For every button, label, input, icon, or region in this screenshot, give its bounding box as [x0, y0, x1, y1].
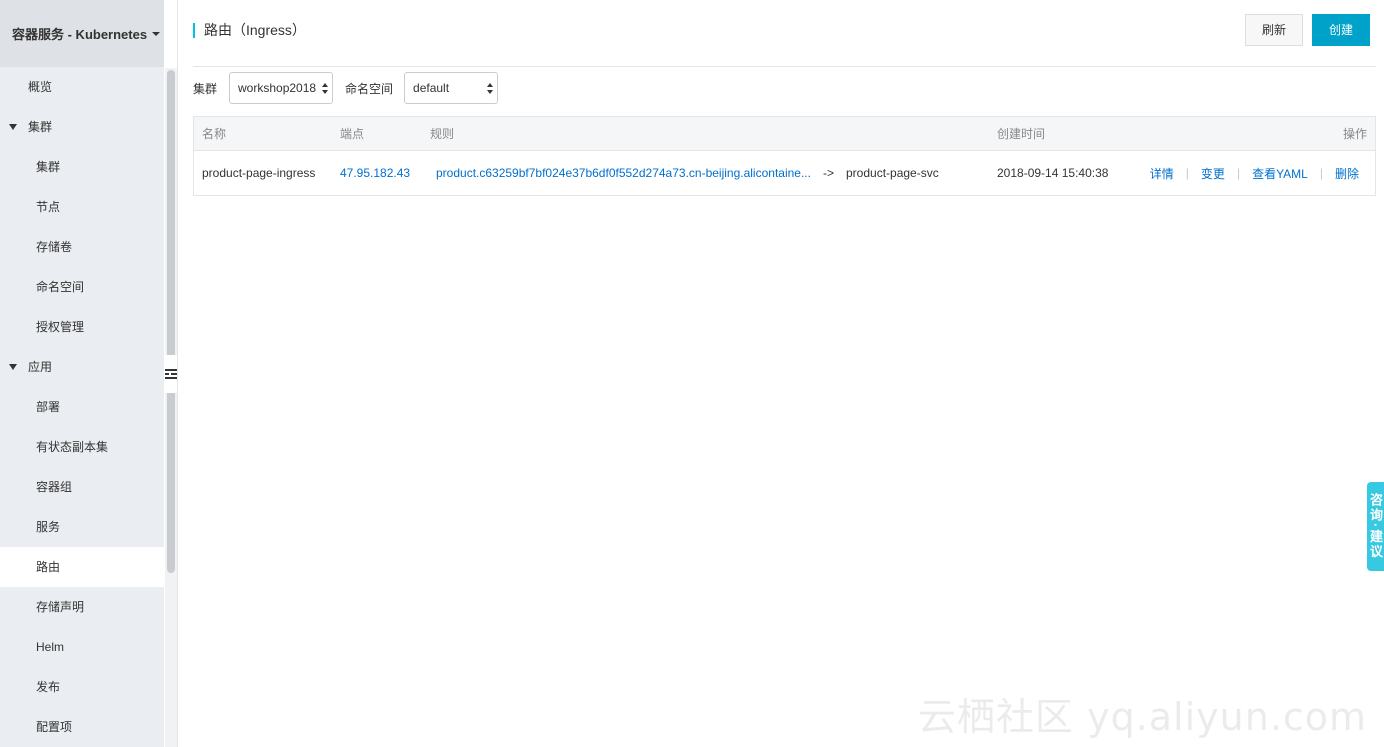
select-arrows-icon [322, 83, 329, 95]
sidebar-item-label: 路由 [36, 560, 61, 574]
column-header-actions: 操作 [1342, 127, 1367, 141]
cluster-select-value: workshop2018 [238, 81, 317, 95]
sidebar-item-overview[interactable]: 概览 [0, 67, 164, 107]
sidebar-item-services[interactable]: 服务 [0, 507, 164, 547]
detail-link[interactable]: 详情 [1150, 165, 1174, 182]
sidebar-item-label: 容器组 [36, 480, 73, 494]
sidebar-item-clusters[interactable]: 集群 [0, 147, 164, 187]
sidebar-item-label: Helm [36, 640, 65, 654]
sidebar-item-label: 授权管理 [36, 320, 85, 334]
triangle-down-icon [9, 364, 17, 370]
sidebar-item-label: 发布 [36, 680, 61, 694]
sidebar-item-label: 应用 [28, 360, 53, 374]
filter-bar: 集群 workshop2018 命名空间 default [193, 72, 499, 104]
sidebar-item-ingress[interactable]: 路由 [0, 547, 164, 587]
page-header: 路由（Ingress） [193, 18, 306, 42]
column-header-name: 名称 [202, 127, 227, 141]
rule-cell: product.c63259bf7bf024e37b6df0f552d274a7… [436, 151, 939, 195]
refresh-button[interactable]: 刷新 [1245, 14, 1303, 46]
sidebar-item-configmaps[interactable]: 配置项 [0, 707, 164, 747]
sidebar-item-namespaces[interactable]: 命名空间 [0, 267, 164, 307]
product-switcher-label: 容器服务 - Kubernetes [12, 27, 148, 42]
rule-service: product-page-svc [846, 166, 939, 180]
sidebar-scroll-thumb[interactable] [167, 70, 175, 573]
sidebar-item-volumes[interactable]: 存储卷 [0, 227, 164, 267]
sidebar-item-label: 存储声明 [36, 600, 85, 614]
sidebar-item-label: 命名空间 [36, 280, 85, 294]
triangle-down-icon [9, 124, 17, 130]
sidebar-menu: 概览 集群 集群 节点 存储卷 命名空间 授权管理 应用 部署 有状态副本集 容… [0, 67, 164, 747]
caret-down-icon [152, 31, 161, 36]
delete-link[interactable]: 删除 [1335, 165, 1359, 182]
sidebar-item-releases[interactable]: 发布 [0, 667, 164, 707]
sidebar-item-label: 概览 [28, 80, 53, 94]
sidebar-item-helm[interactable]: Helm [0, 627, 164, 667]
namespace-select-value: default [413, 81, 450, 95]
action-separator: | [1185, 166, 1189, 180]
action-separator: | [1319, 166, 1323, 180]
create-button[interactable]: 创建 [1312, 14, 1370, 46]
collapse-menu-icon [165, 369, 177, 379]
column-header-endpoint: 端点 [340, 127, 365, 141]
action-separator: | [1236, 166, 1241, 180]
ingress-table: 名称 端点 规则 创建时间 操作 product-page-ingress 47… [193, 116, 1376, 196]
column-header-created: 创建时间 [997, 127, 1046, 141]
feedback-tab[interactable]: 咨询·建议 [1367, 482, 1384, 571]
main-content: 路由（Ingress） 刷新 创建 集群 workshop2018 命名空间 d… [178, 0, 1384, 747]
sidebar-scrollbar[interactable] [165, 68, 177, 747]
sidebar-item-pods[interactable]: 容器组 [0, 467, 164, 507]
sidebar-item-label: 存储卷 [36, 240, 73, 254]
column-header-rule: 规则 [430, 127, 455, 141]
cluster-label: 集群 [193, 81, 218, 96]
header-divider [193, 66, 1376, 67]
sidebar-item-pvc[interactable]: 存储声明 [0, 587, 164, 627]
table-row: product-page-ingress 47.95.182.43 produc… [194, 151, 1375, 195]
page-title: 路由（Ingress） [204, 22, 306, 38]
sidebar-item-label: 有状态副本集 [36, 440, 109, 454]
sidebar-item-label: 服务 [36, 520, 61, 534]
sidebar-item-label: 集群 [36, 160, 61, 174]
watermark: 云栖社区 yq.aliyun.com [918, 695, 1368, 739]
title-accent-bar [193, 22, 195, 38]
row-actions: 详情 | 变更 | 查看YAML | 删除 [1150, 151, 1359, 195]
sidebar: 容器服务 - Kubernetes 概览 集群 集群 节点 存储卷 命名空间 授… [0, 0, 164, 747]
change-link[interactable]: 变更 [1201, 165, 1225, 182]
collapse-menu-button[interactable] [164, 355, 178, 393]
endpoint-link[interactable]: 47.95.182.43 [340, 151, 410, 195]
rule-arrow: -> [822, 166, 834, 180]
sidebar-item-deployments[interactable]: 部署 [0, 387, 164, 427]
namespace-select[interactable]: default [404, 72, 499, 104]
namespace-label: 命名空间 [345, 81, 394, 96]
sidebar-item-statefulsets[interactable]: 有状态副本集 [0, 427, 164, 467]
cluster-select[interactable]: workshop2018 [229, 72, 334, 104]
sidebar-item-authorization[interactable]: 授权管理 [0, 307, 164, 347]
created-time: 2018-09-14 15:40:38 [997, 166, 1109, 180]
view-yaml-link[interactable]: 查看YAML [1252, 165, 1308, 182]
sidebar-item-label: 配置项 [36, 720, 73, 734]
rule-host-link[interactable]: product.c63259bf7bf024e37b6df0f552d274a7… [436, 166, 811, 180]
sidebar-group-applications[interactable]: 应用 [0, 347, 164, 387]
table-header: 名称 端点 规则 创建时间 操作 [194, 117, 1375, 151]
sidebar-item-label: 集群 [28, 120, 53, 134]
sidebar-group-cluster[interactable]: 集群 [0, 107, 164, 147]
sidebar-item-label: 节点 [36, 200, 61, 214]
product-switcher[interactable]: 容器服务 - Kubernetes [0, 0, 164, 67]
ingress-name: product-page-ingress [202, 166, 316, 180]
select-arrows-icon [487, 83, 494, 95]
sidebar-item-nodes[interactable]: 节点 [0, 187, 164, 227]
sidebar-item-label: 部署 [36, 400, 61, 414]
